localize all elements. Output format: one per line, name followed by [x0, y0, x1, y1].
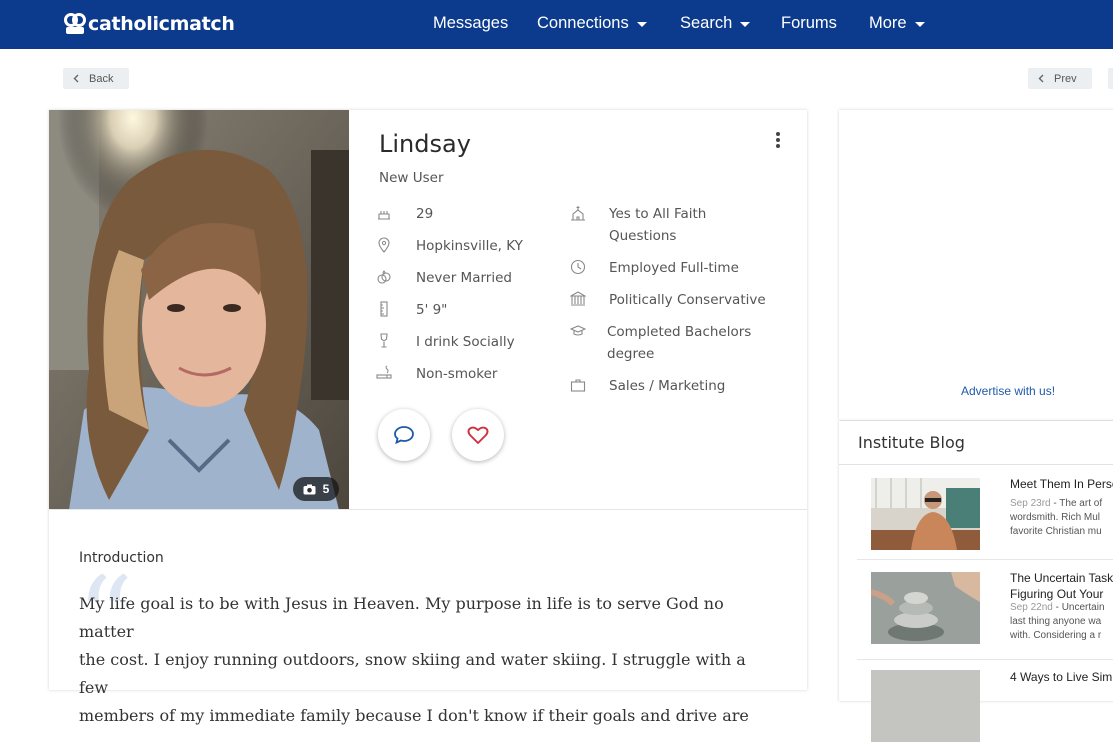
prev-label: Prev	[1054, 72, 1077, 85]
blog-post[interactable]: The Uncertain Task of Figuring Out Your …	[857, 559, 1113, 651]
intro-line: the cost. I enjoy running outdoors, snow…	[79, 650, 746, 697]
blog-title: The Uncertain Task of Figuring Out Your	[1010, 570, 1113, 602]
attr-occupation: Sales / Marketing	[609, 378, 726, 394]
profile-card: 5 Lindsay New User 29 Hopkinsville, KY N…	[49, 110, 807, 725]
prev-button[interactable]: Prev	[1028, 68, 1092, 89]
nav-connections-label: Connections	[537, 14, 629, 32]
photo-count-value: 5	[322, 482, 330, 496]
blog-title-line: The Uncertain Task of	[1010, 571, 1113, 585]
caret-down-icon	[636, 21, 647, 27]
attr-drinking: I drink Socially	[416, 334, 515, 350]
next-button[interactable]	[1108, 68, 1113, 89]
nav-search-label: Search	[680, 14, 733, 32]
blog-title: Meet Them In Person	[1010, 477, 1113, 491]
chevron-left-icon	[73, 74, 79, 83]
advertise-link[interactable]: Advertise with us!	[961, 384, 1055, 398]
attr-education-line1: Completed Bachelors	[607, 324, 752, 340]
photo-count-badge[interactable]: 5	[293, 477, 339, 501]
blog-thumbnail	[871, 572, 980, 644]
graduation-cap-icon	[570, 325, 586, 336]
location-pin-icon	[378, 237, 390, 253]
nav-forums[interactable]: Forums	[781, 14, 837, 33]
chat-bubble-icon	[394, 426, 414, 445]
attr-employment: Employed Full-time	[609, 260, 739, 276]
blog-post[interactable]: 4 Ways to Live Simply	[857, 659, 1113, 751]
blog-date: Sep 23rd	[1010, 498, 1051, 509]
blog-title-line: Figuring Out Your	[1010, 587, 1104, 601]
nav-search[interactable]: Search	[680, 14, 751, 33]
blog-excerpt-line: with. Considering a r	[1010, 630, 1102, 641]
government-building-icon	[570, 291, 586, 306]
advertisement-panel: Advertise with us!	[839, 110, 1113, 420]
logo-text: catholicmatch	[88, 13, 235, 35]
favorite-button[interactable]	[452, 409, 504, 461]
blog-excerpt-line: favorite Christian mu	[1010, 526, 1102, 537]
profile-name: Lindsay	[379, 130, 471, 158]
camera-icon	[303, 484, 316, 494]
attr-education: Completed Bachelors degree	[607, 321, 751, 365]
cake-icon	[378, 211, 390, 220]
attr-height: 5' 9"	[416, 302, 448, 318]
height-icon	[380, 301, 388, 317]
wine-glass-icon	[380, 333, 388, 348]
nav-messages-label: Messages	[433, 14, 509, 32]
back-button[interactable]: Back	[63, 68, 129, 89]
nav-forums-label: Forums	[781, 14, 837, 32]
blog-excerpt: Sep 22nd - Uncertain	[1010, 601, 1113, 614]
blog-date: Sep 22nd	[1010, 602, 1053, 613]
nav-more[interactable]: More	[869, 14, 925, 33]
briefcase-icon	[570, 379, 586, 392]
catholicmatch-logo[interactable]: catholicmatch	[63, 10, 235, 38]
back-label: Back	[89, 72, 114, 85]
attr-location: Hopkinsville, KY	[416, 238, 523, 254]
institute-blog-panel: Institute Blog Meet Them In Person Sep 2…	[839, 421, 1113, 742]
church-icon	[571, 206, 585, 221]
profile-photo-image	[49, 110, 349, 510]
blog-excerpt-line: last thing anyone wa	[1010, 616, 1102, 627]
blog-excerpt-line: wordsmith. Rich Mul	[1010, 512, 1101, 523]
chevron-left-icon	[1038, 74, 1044, 83]
caret-down-icon	[914, 21, 925, 27]
attr-education-line2: degree	[607, 346, 655, 362]
top-nav-bar: catholicmatch Messages Connections Searc…	[0, 0, 1113, 49]
blog-thumbnail	[871, 478, 980, 550]
nav-more-label: More	[869, 14, 907, 32]
caret-down-icon	[740, 21, 751, 27]
profile-status: New User	[379, 170, 444, 186]
attr-faith: Yes to All Faith Questions	[609, 203, 706, 247]
intro-line: My life goal is to be with Jesus in Heav…	[79, 594, 724, 641]
rings-icon	[377, 270, 391, 284]
card-divider	[49, 509, 807, 510]
profile-photo[interactable]: 5	[49, 110, 349, 510]
attr-age: 29	[416, 206, 434, 222]
cigarette-icon	[376, 365, 392, 379]
blog-post[interactable]: Meet Them In Person Sep 23rd - The art o…	[857, 465, 1113, 557]
more-options-icon[interactable]	[775, 132, 781, 148]
blog-heading: Institute Blog	[858, 433, 965, 452]
attr-smoking: Non-smoker	[416, 366, 498, 382]
nav-connections[interactable]: Connections	[537, 14, 647, 33]
blog-excerpt-line: - The art of	[1050, 498, 1103, 509]
introduction-text: My life goal is to be with Jesus in Heav…	[79, 590, 779, 730]
blog-title: 4 Ways to Live Simply	[1010, 670, 1113, 684]
attr-politics: Politically Conservative	[609, 292, 766, 308]
attr-faith-line1: Yes to All Faith	[609, 206, 707, 222]
message-button[interactable]	[378, 409, 430, 461]
attr-faith-line2: Questions	[609, 228, 677, 244]
blog-thumbnail	[871, 670, 980, 742]
blog-excerpt: Sep 23rd - The art of	[1010, 497, 1113, 510]
nav-messages[interactable]: Messages	[433, 14, 508, 33]
attr-marital-status: Never Married	[416, 270, 512, 286]
heart-icon	[467, 426, 489, 444]
logo-mark-icon	[64, 13, 86, 34]
intro-line: members of my immediate family because I…	[79, 706, 749, 725]
blog-excerpt-line: - Uncertain	[1052, 602, 1105, 613]
clock-icon	[570, 259, 586, 275]
